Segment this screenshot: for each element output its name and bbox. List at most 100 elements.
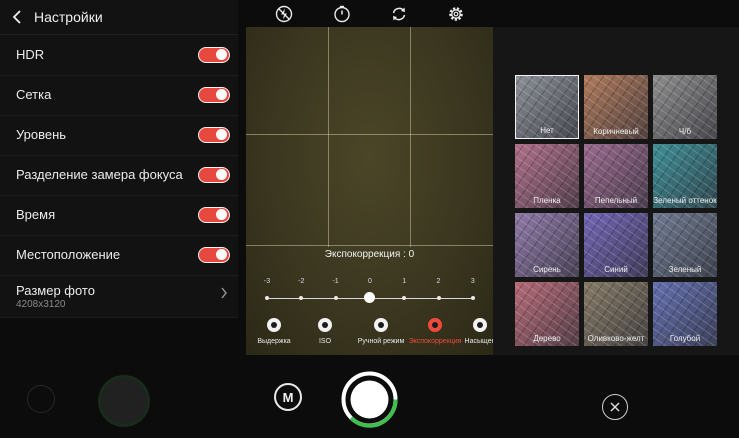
photo-size-value: 4208x3120 xyxy=(16,299,66,310)
photo-size-label: Размер фото xyxy=(16,283,95,298)
camera-viewfinder[interactable]: Экспокоррекция : 0 -3 -2 -1 0 1 2 3 Выдержка IS… xyxy=(246,27,493,355)
toggle-knob xyxy=(216,89,227,100)
toggle-knob xyxy=(216,209,227,220)
filter-thumbnail[interactable]: Пепельный xyxy=(584,144,648,208)
toggle-knob xyxy=(216,249,227,260)
exposure-tick-label: -2 xyxy=(298,278,305,285)
exposure-tick-dot xyxy=(402,296,407,300)
manual-mode-button[interactable]: M xyxy=(274,383,302,411)
settings-row-label: Время xyxy=(16,207,56,222)
mode-label: ISO xyxy=(318,338,332,345)
mode-label: Насыщен xyxy=(464,338,493,345)
filter-label: Синий xyxy=(604,265,628,274)
mode-icon-glyph xyxy=(477,322,483,328)
filter-thumbnail[interactable]: Голубой xyxy=(653,282,717,346)
filter-panel: Нет Коричневый Ч/б Пленка Пепельный Зеленый о… xyxy=(493,27,739,355)
filter-thumbnail[interactable]: Зеленый оттенок xyxy=(653,144,717,208)
settings-row[interactable]: Сетка xyxy=(0,75,238,116)
mode-icon-glyph xyxy=(271,322,277,328)
settings-toggle[interactable] xyxy=(198,247,230,263)
switch-camera-icon[interactable] xyxy=(390,5,408,23)
filter-thumbnail[interactable]: Сирень xyxy=(515,213,579,277)
mode-exposure[interactable]: Экспокоррекция xyxy=(406,318,464,345)
mode-saturation[interactable]: Насыщен xyxy=(460,318,493,345)
settings-row[interactable]: Разделение замера фокуса xyxy=(0,155,238,196)
settings-row-label: Сетка xyxy=(16,87,52,102)
filter-thumbnail[interactable]: Зеленый xyxy=(653,213,717,277)
filter-label: Пепельный xyxy=(594,196,638,205)
settings-toggle[interactable] xyxy=(198,167,230,183)
toggle-knob xyxy=(216,169,227,180)
filter-thumbnail[interactable]: Оливково-желт xyxy=(584,282,648,346)
settings-toggle[interactable] xyxy=(198,47,230,63)
settings-row-label: Уровень xyxy=(16,127,67,142)
close-button[interactable] xyxy=(602,394,628,420)
filter-label: Дерево xyxy=(533,334,561,343)
mode-shutter-speed[interactable]: Выдержка xyxy=(256,318,292,345)
saturation-icon xyxy=(473,318,487,332)
settings-row-label: HDR xyxy=(16,47,45,62)
filter-thumbnail[interactable]: Синий xyxy=(584,213,648,277)
exposure-tick-dot xyxy=(265,296,269,300)
filter-label: Ч/б xyxy=(678,127,692,136)
settings-row[interactable]: Время xyxy=(0,195,238,236)
mode-icon-glyph xyxy=(432,322,438,328)
settings-toggle[interactable] xyxy=(198,87,230,103)
photo-size-row[interactable]: Размер фото 4208x3120 xyxy=(0,275,238,318)
exposure-tick-dot xyxy=(299,296,304,300)
mode-manual-mode[interactable]: Ручной режим xyxy=(354,318,408,345)
filter-label: Зеленый xyxy=(668,265,702,274)
exposure-tick-dot xyxy=(436,296,441,300)
filter-label: Зеленый оттенок xyxy=(653,196,717,205)
settings-header: Настройки xyxy=(0,0,238,35)
settings-row-label: Местоположение xyxy=(16,247,121,262)
exposure-tick-label: 2 xyxy=(436,278,441,285)
settings-row[interactable]: HDR xyxy=(0,35,238,76)
exposure-slider-thumb[interactable] xyxy=(364,292,376,303)
settings-row[interactable]: Уровень xyxy=(0,115,238,156)
toggle-knob xyxy=(216,129,227,140)
shutter-button[interactable] xyxy=(341,371,398,428)
filter-label: Голубой xyxy=(669,334,701,343)
exposure-tick-dot xyxy=(333,296,338,300)
filter-label: Нет xyxy=(540,126,554,135)
iso-icon xyxy=(318,318,332,332)
exposure-value-label: Экспокоррекция : 0 xyxy=(324,249,415,260)
filter-thumbnail[interactable]: Нет xyxy=(515,75,579,139)
mode-label: Выдержка xyxy=(257,338,291,345)
grid-line xyxy=(410,27,411,247)
settings-title: Настройки xyxy=(34,9,103,25)
filter-thumbnail[interactable]: Ч/б xyxy=(653,75,717,139)
filter-thumbnail[interactable]: Дерево xyxy=(515,282,579,346)
exposure-tick-label: 1 xyxy=(402,278,407,285)
filter-thumbnail[interactable]: Коричневый xyxy=(584,75,648,139)
grid-line xyxy=(246,245,493,246)
exposure-icon xyxy=(428,318,442,332)
back-button[interactable] xyxy=(0,0,34,34)
filter-label: Коричневый xyxy=(593,127,639,136)
settings-row-label: Разделение замера фокуса xyxy=(16,167,183,182)
filter-label: Пленка xyxy=(533,196,561,205)
timer-icon[interactable] xyxy=(333,5,351,23)
settings-gear-icon[interactable] xyxy=(447,5,465,23)
filter-label: Оливково-желт xyxy=(587,334,645,343)
settings-toggle[interactable] xyxy=(198,127,230,143)
mode-icon-glyph xyxy=(378,322,384,328)
faded-hdr-icon xyxy=(27,385,55,413)
grid-line xyxy=(328,27,329,247)
exposure-tick-label: 3 xyxy=(470,278,475,285)
settings-panel: Настройки HDR Сетка Уровень Разделение заме… xyxy=(0,0,238,318)
flash-off-icon[interactable] xyxy=(275,5,293,23)
exposure-tick-label: 0 xyxy=(367,278,372,285)
mode-iso[interactable]: ISO xyxy=(310,318,340,345)
settings-row[interactable]: Местоположение xyxy=(0,235,238,276)
toggle-knob xyxy=(216,49,227,60)
chevron-right-icon xyxy=(221,287,227,299)
mode-label: Экспокоррекция xyxy=(408,338,462,345)
settings-toggle[interactable] xyxy=(198,207,230,223)
filter-thumbnail[interactable]: Пленка xyxy=(515,144,579,208)
grid-line xyxy=(246,134,493,135)
close-icon xyxy=(610,402,620,412)
filter-label: Сирень xyxy=(533,265,561,274)
exposure-tick-label: -1 xyxy=(332,278,339,285)
